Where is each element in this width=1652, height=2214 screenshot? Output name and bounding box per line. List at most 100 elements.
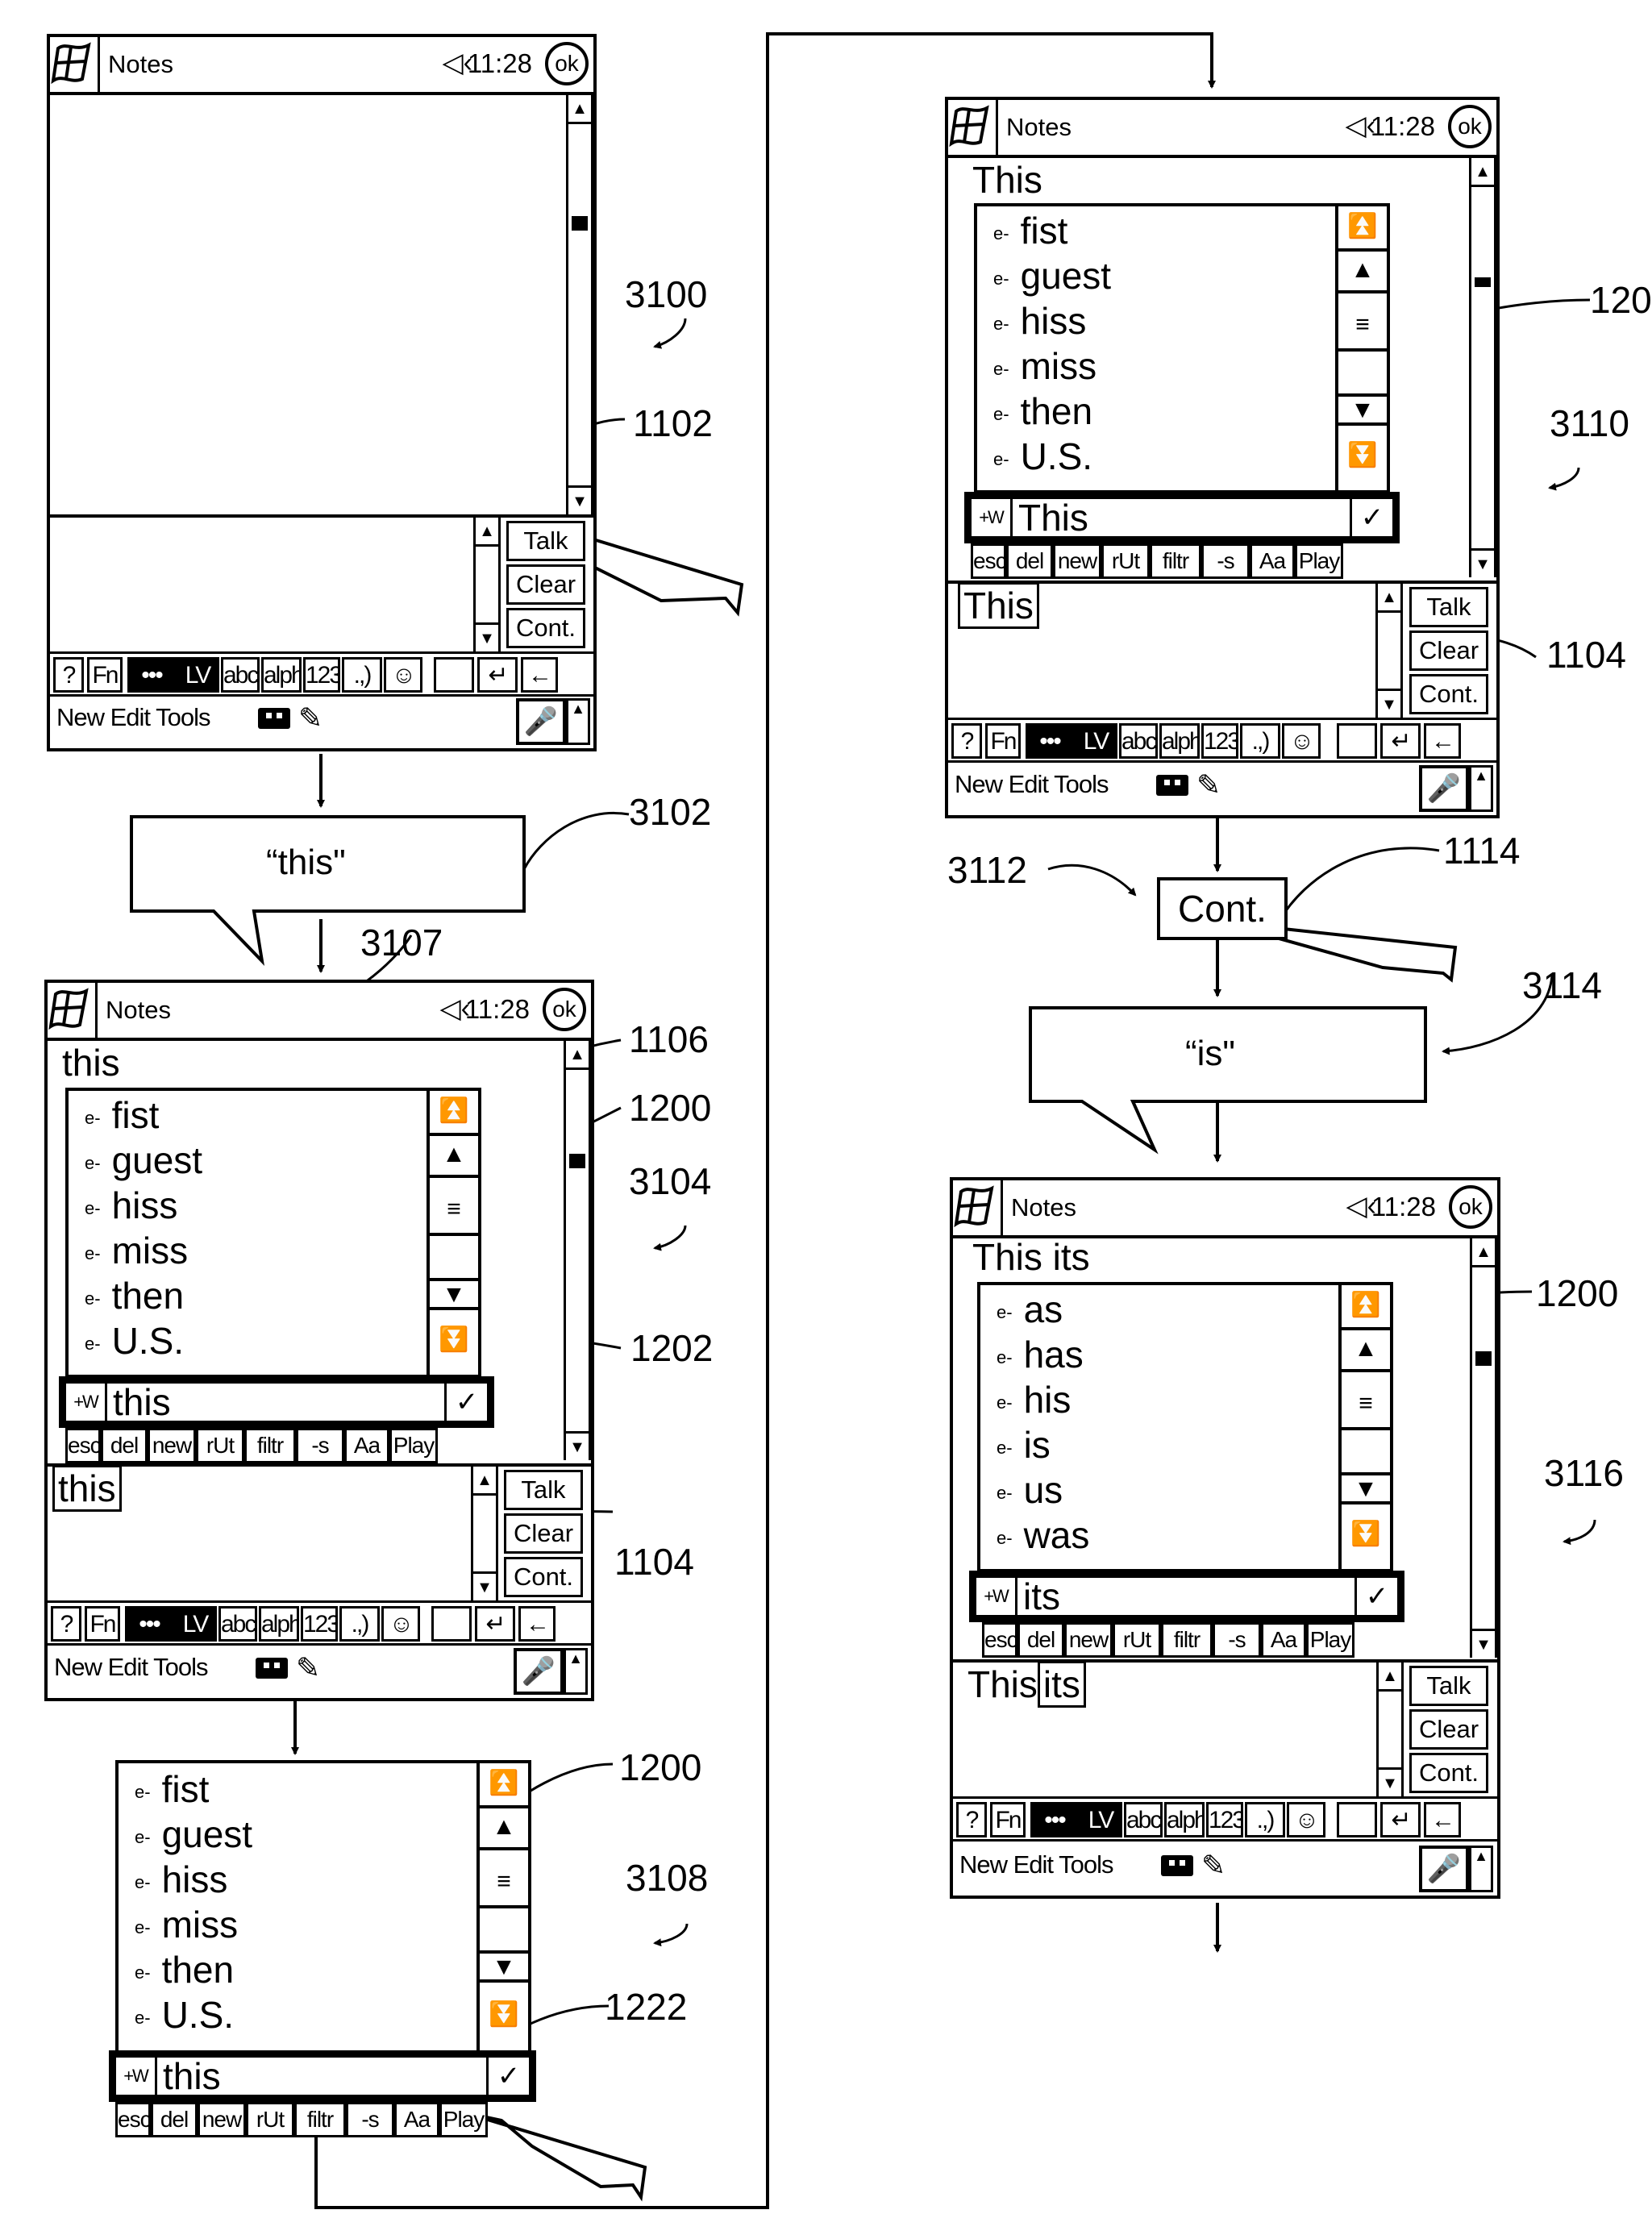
start-menu-icon[interactable] — [948, 100, 998, 155]
cont-button[interactable]: Cont. — [1409, 674, 1488, 714]
cont-button[interactable]: Cont. — [1409, 1753, 1488, 1793]
microphone-icon[interactable]: 🎤 — [1419, 765, 1469, 812]
plural-button[interactable]: -s — [1213, 1622, 1261, 1658]
choice-item[interactable]: e-us — [997, 1467, 1063, 1513]
pen-icon[interactable]: ✎ — [298, 701, 322, 735]
choice-item[interactable]: e-miss — [993, 343, 1096, 389]
play-button[interactable]: Play — [439, 2102, 488, 2137]
add-word-button[interactable]: +W — [66, 1384, 107, 1421]
cont-button-step[interactable]: Cont. — [1157, 877, 1288, 940]
backspace-icon[interactable]: ← — [521, 657, 558, 693]
abc-key[interactable]: abc — [221, 657, 260, 693]
scroll-up-icon[interactable]: ▲ — [476, 518, 498, 547]
lv-key[interactable]: LV — [1074, 723, 1117, 759]
punct-key[interactable]: .,) — [342, 657, 382, 693]
fn-key[interactable]: Fn — [87, 657, 123, 693]
help-key[interactable]: ? — [956, 1802, 987, 1837]
scroll-up-icon[interactable]: ▲ — [566, 1041, 589, 1070]
alph-key[interactable]: alph — [1159, 723, 1200, 759]
choice-item[interactable]: e-was — [997, 1513, 1089, 1558]
notes-scrollbar[interactable]: ▲ ▼ — [1470, 1238, 1497, 1658]
plural-button[interactable]: -s — [346, 2102, 394, 2137]
clear-button[interactable]: Clear — [1409, 1709, 1488, 1750]
del-button[interactable]: del — [101, 1428, 148, 1463]
sip-up-icon[interactable]: ▲ — [566, 698, 590, 745]
scroll-thumb-icon[interactable]: ≡ — [430, 1188, 478, 1236]
menu-new-edit-tools[interactable]: New Edit Tools — [959, 1850, 1113, 1879]
abc-key[interactable]: abc — [218, 1606, 257, 1642]
pen-icon[interactable]: ✎ — [1196, 768, 1221, 802]
space-key[interactable] — [1337, 723, 1377, 759]
lv-key[interactable]: LV — [176, 657, 219, 693]
page-up-icon[interactable]: ⏫ — [1338, 206, 1387, 252]
scroll-up-icon[interactable]: ▲ — [1471, 158, 1494, 187]
more-key[interactable]: ••• — [1030, 1802, 1079, 1837]
scroll-thumb-icon[interactable]: ≡ — [1338, 303, 1387, 352]
add-word-button[interactable]: +W — [116, 2058, 157, 2095]
choice-item[interactable]: e-hiss — [993, 298, 1086, 343]
del-button[interactable]: del — [151, 2102, 198, 2137]
choice-item[interactable]: e- U.S. — [135, 1992, 234, 2037]
confirm-check-icon[interactable]: ✓ — [444, 1384, 487, 1421]
scroll-down-icon[interactable]: ▼ — [566, 1431, 589, 1460]
choice-item[interactable]: e-is — [997, 1422, 1051, 1467]
talk-button[interactable]: Talk — [506, 521, 585, 561]
space-key[interactable] — [431, 1606, 472, 1642]
esc-button[interactable]: esc — [65, 1428, 101, 1463]
filter-button[interactable]: filtr — [294, 2102, 346, 2137]
choice-item[interactable]: e-hiss — [85, 1183, 177, 1228]
scroll-up-icon[interactable]: ▲ — [1472, 1238, 1495, 1267]
clear-button[interactable]: Clear — [504, 1513, 583, 1554]
choice-item[interactable]: e-fist — [993, 208, 1067, 253]
alph-key[interactable]: alph — [259, 1606, 299, 1642]
ok-button[interactable]: ok — [543, 988, 586, 1031]
choice-item[interactable]: e-his — [997, 1377, 1071, 1422]
input-scrollbar[interactable]: ▲ ▼ — [1375, 584, 1403, 718]
choice-item[interactable]: e- U.S. — [993, 434, 1092, 479]
microphone-icon[interactable]: 🎤 — [514, 1648, 564, 1695]
scroll-down-icon[interactable]: ▼ — [1379, 1767, 1401, 1796]
choice-item[interactable]: e-guest — [85, 1138, 202, 1183]
abc-key[interactable]: abc — [1124, 1802, 1163, 1837]
scroll-down-icon[interactable]: ▼ — [473, 1571, 496, 1600]
esc-button[interactable]: esc — [971, 543, 1006, 579]
punct-key[interactable]: .,) — [339, 1606, 380, 1642]
input-scrollbar[interactable]: ▲ ▼ — [1376, 1663, 1404, 1796]
microphone-icon[interactable]: 🎤 — [1419, 1846, 1469, 1892]
help-key[interactable]: ? — [51, 1606, 81, 1642]
start-menu-icon[interactable] — [48, 983, 98, 1038]
line-up-icon[interactable]: ▲ — [1338, 252, 1387, 293]
scroll-down-icon[interactable]: ▼ — [1472, 1629, 1495, 1658]
sip-up-icon[interactable]: ▲ — [1469, 1846, 1493, 1892]
page-up-icon[interactable]: ⏫ — [480, 1763, 528, 1808]
page-down-icon[interactable]: ⏬ — [1338, 426, 1387, 490]
cont-button[interactable]: Cont. — [506, 608, 585, 648]
del-button[interactable]: del — [1017, 1622, 1064, 1658]
choice-list-scrollbar[interactable]: ⏫ ▲ ≡ ▼ ⏬ — [427, 1091, 478, 1375]
page-down-icon[interactable]: ⏬ — [1342, 1504, 1390, 1569]
smiley-icon[interactable]: ☺ — [381, 1606, 420, 1642]
choice-item[interactable]: e-fist — [85, 1092, 159, 1138]
scroll-up-icon[interactable]: ▲ — [1379, 1663, 1401, 1692]
play-button[interactable]: Play — [389, 1428, 438, 1463]
choice-item[interactable]: e-fist — [135, 1767, 209, 1812]
new-button[interactable]: new — [198, 2102, 246, 2137]
line-up-icon[interactable]: ▲ — [430, 1136, 478, 1178]
talk-button[interactable]: Talk — [504, 1470, 583, 1510]
fn-key[interactable]: Fn — [990, 1802, 1026, 1837]
microphone-icon[interactable]: 🎤 — [516, 698, 566, 745]
pen-icon[interactable]: ✎ — [1201, 1849, 1225, 1883]
choice-item[interactable]: e-has — [997, 1332, 1084, 1377]
space-key[interactable] — [1337, 1802, 1377, 1837]
backspace-icon[interactable]: ← — [1424, 723, 1461, 759]
enter-icon[interactable]: ↵ — [1380, 1802, 1421, 1837]
scroll-thumb[interactable] — [1475, 277, 1491, 287]
new-button[interactable]: new — [1053, 543, 1101, 579]
page-down-icon[interactable]: ⏬ — [430, 1310, 478, 1375]
pen-icon[interactable]: ✎ — [296, 1651, 320, 1685]
page-down-icon[interactable]: ⏬ — [480, 1983, 528, 2055]
case-button[interactable]: Aa — [394, 2102, 439, 2137]
alph-key[interactable]: alph — [1164, 1802, 1205, 1837]
esc-button[interactable]: esc — [115, 2102, 151, 2137]
punct-key[interactable]: .,) — [1240, 723, 1280, 759]
